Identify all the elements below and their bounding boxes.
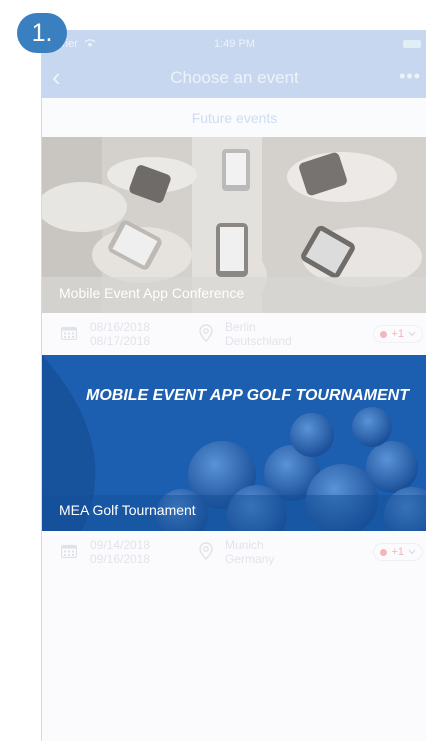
step-number-label: 1. [31,18,53,47]
event-image-conference[interactable]: Mobile Event App Conference [42,137,426,313]
event-card-golf[interactable]: MOBILE EVENT APP GOLF TOURNAMENT MEA Gol… [42,355,426,573]
event-image-golf[interactable]: MOBILE EVENT APP GOLF TOURNAMENT MEA Gol… [42,355,426,531]
event-end-date: 09/16/2018 [90,552,151,566]
event-filter-tab[interactable]: Future events [42,98,426,137]
event-country: Germany [225,552,275,566]
location-pin-icon [199,324,213,342]
chevron-down-icon [408,331,416,337]
more-options-button[interactable]: ••• [399,66,421,87]
attendee-count: +1 [391,328,404,340]
event-location: Munich Germany [225,538,274,566]
event-start-date: 09/14/2018 [90,538,151,552]
event-end-date: 08/17/2018 [90,334,151,348]
attendee-dot-icon [380,548,388,556]
location-pin-icon [199,542,213,560]
attendee-count: +1 [391,546,404,558]
event-city: Berlin [225,320,256,334]
navigation-bar: ‹ Choose an event ••• [42,58,426,98]
event-card-conference[interactable]: Mobile Event App Conference 08/16/2018 0… [42,137,426,355]
page-title: Choose an event [170,68,299,87]
chevron-down-icon [408,549,416,555]
event-name-conference: Mobile Event App Conference [59,285,245,301]
event-start-date: 08/16/2018 [90,320,151,334]
event-location: Berlin Deutschland [225,320,292,348]
phone-screen: rier 1:49 PM ‹ Choose an event ••• Futur… [41,30,426,741]
tab-future-events[interactable]: Future events [42,110,426,126]
event-dates: 08/16/2018 08/17/2018 [90,320,150,348]
event-meta-golf: 09/14/2018 09/16/2018 Munich Germany +1 [42,531,426,573]
calendar-icon [61,544,77,558]
step-number-badge: 1. [17,13,67,53]
status-bar: rier 1:49 PM [42,30,426,58]
attendees-button[interactable]: +1 [373,543,423,561]
attendees-button[interactable]: +1 [373,325,423,343]
event-dates: 09/14/2018 09/16/2018 [90,538,150,566]
battery-icon [403,40,421,48]
event-city: Munich [225,538,264,552]
event-banner-title: MOBILE EVENT APP GOLF TOURNAMENT [86,387,409,404]
event-name-golf: MEA Golf Tournament [59,502,196,518]
event-meta-conference: 08/16/2018 08/17/2018 Berlin Deutschland… [42,313,426,355]
status-time: 1:49 PM [214,38,255,50]
calendar-icon [61,326,77,340]
attendee-dot-icon [380,330,388,338]
event-country: Deutschland [225,334,292,348]
